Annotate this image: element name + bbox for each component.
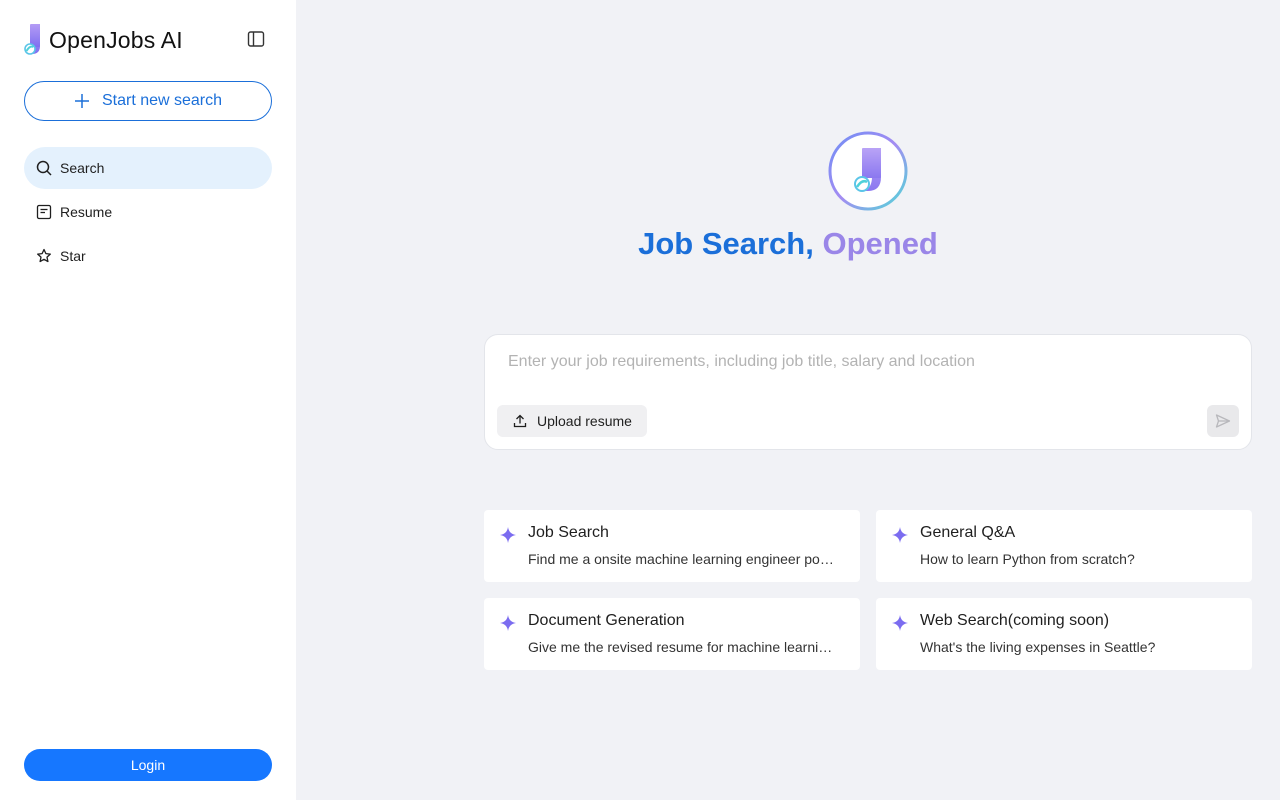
suggestion-title: Web Search(coming soon) xyxy=(920,612,1110,629)
hero-title-part1: Job Search, xyxy=(638,226,823,261)
suggestion-title: Job Search xyxy=(528,524,609,541)
brand[interactable]: OpenJobs AI xyxy=(24,24,183,56)
hero-title-part2: Opened xyxy=(822,226,938,261)
suggestion-cards: Job Search Find me a onsite machine lear… xyxy=(484,510,1252,670)
star-icon xyxy=(36,248,52,264)
sparkle-icon xyxy=(892,527,908,543)
send-icon xyxy=(1215,414,1231,428)
suggestion-card-web-search[interactable]: Web Search(coming soon) What's the livin… xyxy=(876,598,1252,670)
upload-icon xyxy=(513,414,527,428)
suggestion-card-job-search[interactable]: Job Search Find me a onsite machine lear… xyxy=(484,510,860,582)
query-composer: Upload resume xyxy=(484,334,1252,450)
sidebar-nav: Search Resume Star xyxy=(24,147,272,279)
sidebar-toggle-button[interactable] xyxy=(244,27,268,51)
suggestion-desc: What's the living expenses in Seattle? xyxy=(920,639,1156,655)
hero-title: Job Search, Opened xyxy=(296,226,1280,262)
job-query-input[interactable] xyxy=(497,349,1217,379)
sidebar-item-search[interactable]: Search xyxy=(24,147,272,189)
suggestion-title: Document Generation xyxy=(528,612,685,629)
suggestion-card-document-generation[interactable]: Document Generation Give me the revised … xyxy=(484,598,860,670)
suggestion-desc: How to learn Python from scratch? xyxy=(920,551,1135,567)
resume-icon xyxy=(36,204,52,220)
hero-logo-icon xyxy=(828,131,908,211)
upload-resume-label: Upload resume xyxy=(537,413,632,429)
sidebar-item-resume[interactable]: Resume xyxy=(24,191,272,233)
sidebar-item-label: Resume xyxy=(60,204,113,220)
search-icon xyxy=(36,160,52,176)
brand-name: OpenJobs AI xyxy=(49,26,183,53)
sidebar-toggle-icon xyxy=(247,31,265,47)
upload-resume-button[interactable]: Upload resume xyxy=(497,405,647,437)
sparkle-icon xyxy=(500,615,516,631)
sidebar-item-label: Search xyxy=(60,160,105,176)
send-button[interactable] xyxy=(1207,405,1239,437)
suggestion-card-general-qa[interactable]: General Q&A How to learn Python from scr… xyxy=(876,510,1252,582)
suggestion-title: General Q&A xyxy=(920,524,1016,541)
sparkle-icon xyxy=(500,527,516,543)
sidebar-item-star[interactable]: Star xyxy=(24,235,272,277)
start-new-search-label: Start new search xyxy=(101,92,223,109)
start-new-search-button[interactable]: Start new search xyxy=(24,81,272,121)
plus-icon xyxy=(74,93,90,109)
openjobs-logo-icon xyxy=(24,24,44,56)
sidebar-item-label: Star xyxy=(60,248,86,264)
suggestion-desc: Give me the revised resume for machine l… xyxy=(528,639,836,655)
login-button[interactable]: Login xyxy=(24,749,272,781)
sidebar: OpenJobs AI Start new search Search Resu… xyxy=(0,0,296,800)
sparkle-icon xyxy=(892,615,908,631)
suggestion-desc: Find me a onsite machine learning engine… xyxy=(528,551,836,567)
